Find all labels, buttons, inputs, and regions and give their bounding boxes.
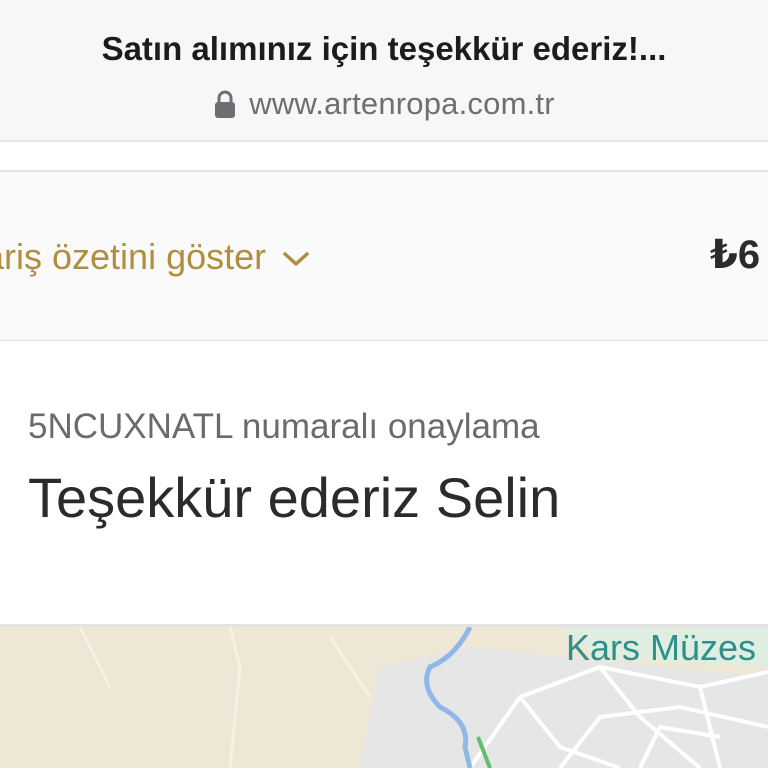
map-place-label: Kars Müzes (566, 627, 757, 668)
chevron-down-icon (283, 252, 309, 266)
confirmation-number: 5NCUXNATL numaralı onaylama (28, 407, 540, 446)
confirmation-section: 5NCUXNATL numaralı onaylama Teşekkür ede… (0, 341, 768, 625)
lock-icon (215, 90, 236, 118)
url-text: www.artenropa.com.tr (249, 86, 555, 121)
page-title: Satın alımınız için teşekkür ederiz!... (101, 30, 667, 67)
thank-you-heading: Teşekkür ederiz Selin (28, 466, 561, 529)
location-map[interactable]: Kars Müzes (0, 627, 768, 768)
header-divider (0, 140, 768, 142)
order-total-price: ₺6 (710, 233, 761, 277)
order-summary-label: ariş özetini göster (0, 236, 267, 277)
address-bar[interactable]: www.artenropa.com.tr (0, 86, 768, 122)
browser-header: Satın alımınız için teşekkür ederiz!... … (0, 0, 768, 140)
show-order-summary-button[interactable]: ariş özetini göster (0, 236, 310, 278)
order-summary-bar: ariş özetini göster ₺6 (0, 170, 768, 343)
